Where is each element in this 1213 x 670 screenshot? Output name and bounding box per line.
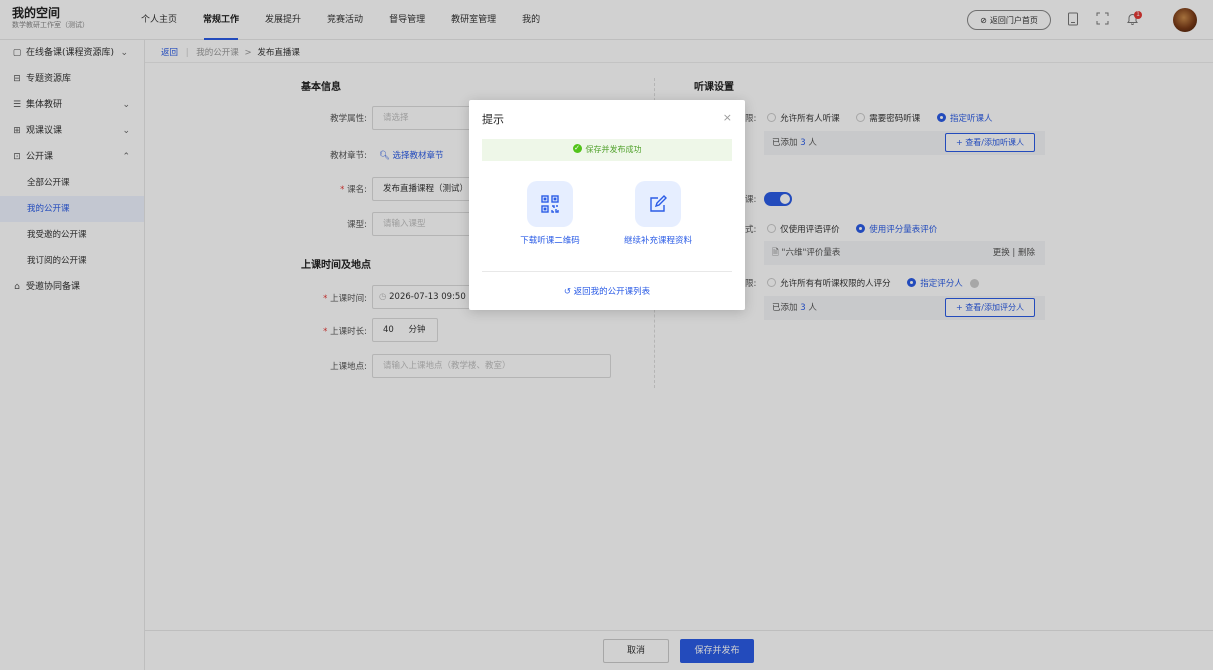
success-message: ✓ 保存并发布成功 <box>482 139 732 161</box>
dialog-divider <box>482 271 732 272</box>
edit-icon <box>635 181 681 227</box>
qr-code-icon <box>527 181 573 227</box>
check-circle-icon: ✓ <box>572 144 582 153</box>
close-icon[interactable]: × <box>723 111 732 124</box>
success-dialog: 提示 × ✓ 保存并发布成功 下载听课二维码 继续补充课程资料 ↺ 返回我的公开课… <box>469 100 745 310</box>
return-icon: ↺ <box>563 287 571 297</box>
back-to-list-link[interactable]: ↺ 返回我的公开课列表 <box>469 285 745 297</box>
success-message-text: 保存并发布成功 <box>585 145 642 154</box>
download-qr-action[interactable]: 下载听课二维码 <box>500 181 600 246</box>
dialog-title: 提示 <box>482 113 504 126</box>
back-to-list-label: 返回我的公开课列表 <box>573 287 651 297</box>
add-materials-action[interactable]: 继续补充课程资料 <box>608 181 708 246</box>
download-qr-label: 下载听课二维码 <box>520 236 580 246</box>
add-materials-label: 继续补充课程资料 <box>623 236 692 246</box>
